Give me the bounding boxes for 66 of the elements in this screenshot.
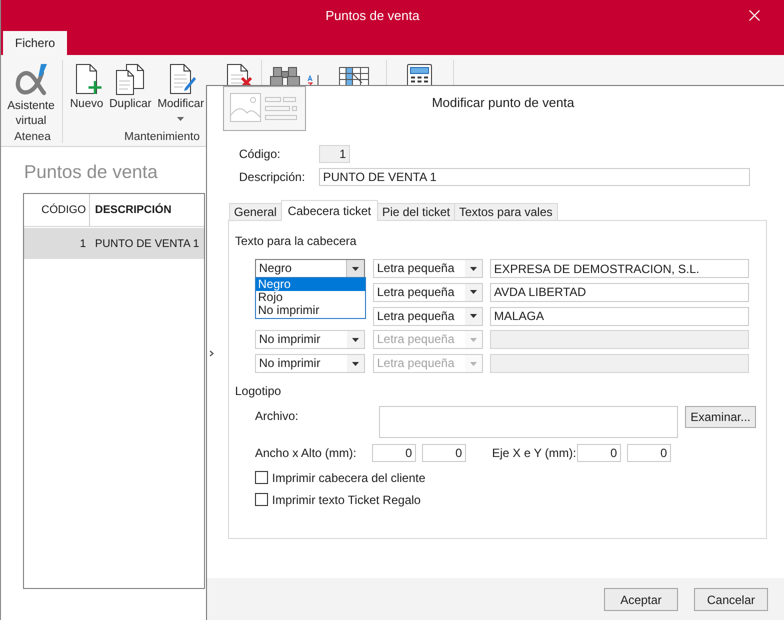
cancel-button[interactable]: Cancelar [694,588,768,611]
column-header[interactable]: DESCRIPCIÓN [90,204,204,216]
field-label: Eje X e Y (mm): [492,446,577,460]
group-label: Mantenimiento [124,130,200,145]
checkbox[interactable] [255,471,268,484]
binoculars-icon[interactable] [269,67,301,85]
dropdown[interactable]: No imprimir [255,354,365,373]
section-heading: Logotipo [235,384,282,399]
section-heading: Texto para la cabecera [235,234,356,249]
caret-down-icon [470,314,477,318]
caret-down-icon [352,338,359,342]
field-label: Archivo: [255,408,298,423]
table-cell-text: PUNTO DE VENTA 1 [94,238,200,250]
dropdown[interactable]: No imprimir [255,330,365,350]
dropdown[interactable]: Letra pequeña [373,306,483,326]
caret-down-icon [470,362,477,366]
table-cell-text: 1 [78,238,87,250]
dropdown[interactable]: Negro [255,259,365,278]
ribbon-button[interactable]: Nuevo [67,62,106,112]
tab[interactable]: Textos para vales [454,203,558,220]
chevron-right-icon[interactable] [209,350,214,357]
field-label: Descripción: [239,170,306,184]
text-field[interactable]: MALAGA [490,306,749,326]
column-header[interactable]: CÓDIGO [24,194,90,226]
number-field[interactable]: 0 [627,444,671,462]
tab[interactable]: General [229,203,282,220]
caret-down-icon [470,290,477,294]
field-label: Ancho x Alto (mm): [255,446,358,460]
ribbon-tab[interactable]: Fichero [3,31,68,55]
calculator-icon[interactable] [407,64,432,85]
number-field[interactable]: 0 [372,444,416,462]
caret-down-icon [470,266,477,270]
tab[interactable]: Pie del ticket [377,203,456,220]
window-title: Puntos de venta [326,8,420,23]
caret-down-icon [470,338,477,342]
text-field[interactable]: PUNTO DE VENTA 1 [319,168,750,186]
checkbox-label[interactable]: Imprimir cabecera del cliente [272,470,426,484]
caret-down-icon [352,362,359,366]
browse-button[interactable]: Examinar... [685,406,756,428]
text-field[interactable]: AVDA LIBERTAD [490,282,749,302]
text-field[interactable]: EXPRESA DE DEMOSTRACION, S.L. [490,259,749,278]
group-label: Atenea [14,130,51,145]
dropdown-option[interactable]: No imprimir [256,304,365,317]
number-field[interactable]: 0 [577,444,621,462]
table-row[interactable]: 1 PUNTO DE VENTA 1 [24,228,204,259]
checkbox-label[interactable]: Imprimir texto Ticket Regalo [272,492,421,506]
accept-button[interactable]: Aceptar [604,588,678,611]
number-field[interactable]: 0 [422,444,466,462]
dropdown[interactable]: Letra pequeña [373,282,483,302]
tab[interactable]: Cabecera ticket [280,200,378,221]
dropdown-option[interactable]: Rojo [256,291,365,304]
panel-title: Puntos de venta [24,161,158,182]
dialog-title: Modificar punto de venta [432,95,574,110]
table-column-icon[interactable] [338,67,370,85]
copy-documents-icon [114,63,146,95]
ribbon-button[interactable]: Modificar [154,62,208,123]
caret-down-icon [352,266,359,270]
ribbon-button[interactable]: Asistente virtual [4,62,58,129]
field-label: Código: [239,147,282,161]
alpha-icon [13,63,49,97]
checkbox[interactable] [255,493,268,506]
ribbon-button[interactable]: Duplicar [106,62,154,112]
dropdown[interactable]: Letra pequeña [373,259,483,278]
file-path-field[interactable] [379,406,678,438]
close-icon[interactable] [749,10,760,21]
dropdown-option[interactable]: Negro [256,278,365,291]
